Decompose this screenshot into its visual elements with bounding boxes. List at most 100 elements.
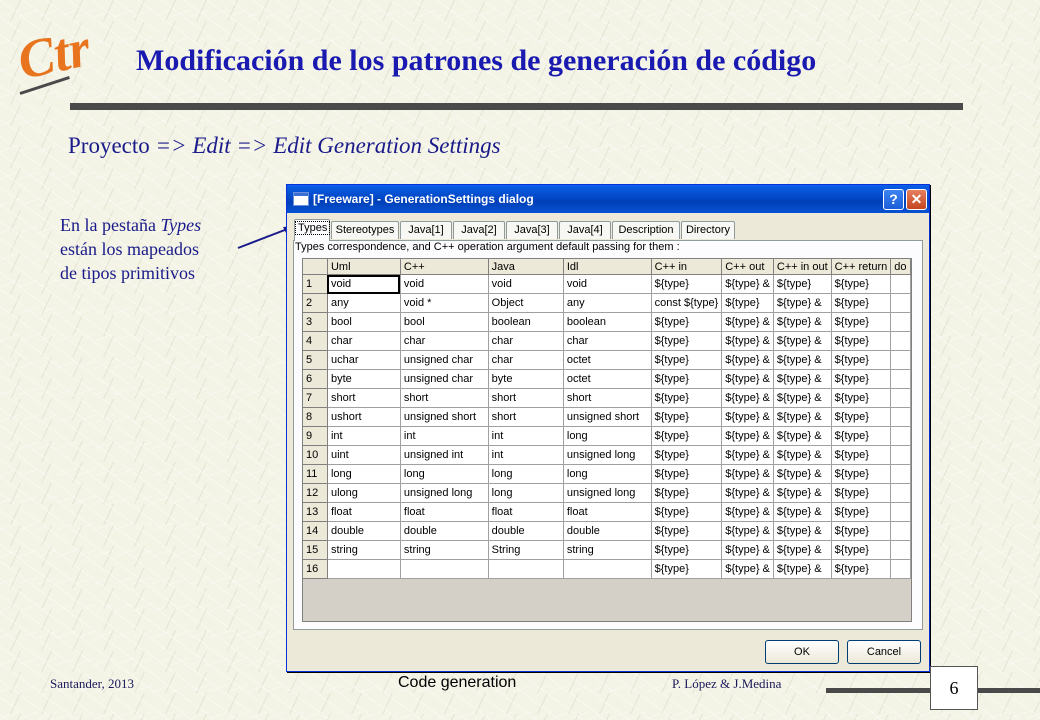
ok-button[interactable]: OK <box>765 640 839 664</box>
tab-java-1[interactable]: Java[1] <box>400 221 452 239</box>
column-header[interactable]: C++ return <box>831 259 892 275</box>
table-cell[interactable]: ${type} <box>651 274 723 294</box>
table-cell[interactable]: ${type} <box>651 464 723 484</box>
table-cell[interactable]: ${type} <box>651 426 723 446</box>
table-cell[interactable]: int <box>400 426 489 446</box>
table-cell[interactable]: ${type} <box>651 483 723 503</box>
table-cell[interactable]: ${type} <box>831 293 892 313</box>
table-cell[interactable]: unsigned long <box>563 445 652 465</box>
table-cell[interactable]: float <box>488 502 564 522</box>
table-cell[interactable]: long <box>327 464 401 484</box>
table-cell[interactable]: ${type} <box>831 445 892 465</box>
table-cell[interactable]: boolean <box>488 312 564 332</box>
table-cell[interactable]: int <box>488 445 564 465</box>
table-cell[interactable] <box>890 502 911 522</box>
table-cell[interactable]: ${type} & <box>773 312 832 332</box>
table-cell[interactable]: ${type} <box>651 445 723 465</box>
table-cell[interactable]: float <box>400 502 489 522</box>
table-cell[interactable]: ${type} <box>831 331 892 351</box>
table-cell[interactable]: int <box>488 426 564 446</box>
table-cell[interactable]: const ${type} <box>651 293 723 313</box>
table-cell[interactable]: int <box>327 426 401 446</box>
table-cell[interactable]: ${type} & <box>721 445 774 465</box>
table-cell[interactable]: ${type} <box>651 388 723 408</box>
table-cell[interactable]: byte <box>327 369 401 389</box>
table-cell[interactable]: ${type} <box>773 274 832 294</box>
table-cell[interactable]: ${type} <box>651 331 723 351</box>
table-cell[interactable] <box>890 331 911 351</box>
table-cell[interactable]: ${type} & <box>721 464 774 484</box>
tab-java-2[interactable]: Java[2] <box>453 221 505 239</box>
table-cell[interactable]: ${type} <box>831 388 892 408</box>
table-cell[interactable]: long <box>488 464 564 484</box>
table-cell[interactable]: any <box>327 293 401 313</box>
table-cell[interactable] <box>890 407 911 427</box>
column-header[interactable]: C++ <box>400 259 489 275</box>
table-cell[interactable] <box>890 559 911 579</box>
tab-stereotypes[interactable]: Stereotypes <box>331 221 399 239</box>
table-cell[interactable]: string <box>327 540 401 560</box>
table-cell[interactable] <box>890 540 911 560</box>
column-header[interactable]: C++ in <box>651 259 723 275</box>
table-cell[interactable]: any <box>563 293 652 313</box>
table-cell[interactable]: boolean <box>563 312 652 332</box>
table-cell[interactable]: float <box>563 502 652 522</box>
table-cell[interactable]: ${type} <box>651 369 723 389</box>
table-cell[interactable]: ${type} & <box>773 445 832 465</box>
column-header[interactable]: Uml <box>327 259 401 275</box>
help-button[interactable]: ? <box>883 189 904 210</box>
table-cell[interactable]: unsigned short <box>563 407 652 427</box>
table-cell[interactable]: unsigned short <box>400 407 489 427</box>
table-cell[interactable]: ulong <box>327 483 401 503</box>
table-cell[interactable]: byte <box>488 369 564 389</box>
table-cell[interactable]: ${type} & <box>773 540 832 560</box>
column-header[interactable]: do <box>890 259 911 275</box>
table-cell[interactable]: octet <box>563 350 652 370</box>
close-button[interactable]: ✕ <box>906 189 927 210</box>
table-cell[interactable]: ${type} & <box>721 331 774 351</box>
table-cell[interactable] <box>890 388 911 408</box>
table-cell[interactable] <box>890 293 911 313</box>
table-cell[interactable]: short <box>327 388 401 408</box>
table-cell[interactable]: long <box>488 483 564 503</box>
tab-java-3[interactable]: Java[3] <box>506 221 558 239</box>
table-cell[interactable]: uchar <box>327 350 401 370</box>
table-cell[interactable] <box>563 559 652 579</box>
column-header[interactable]: Java <box>488 259 564 275</box>
table-cell[interactable]: string <box>563 540 652 560</box>
table-cell[interactable]: ${type} & <box>721 369 774 389</box>
table-cell[interactable]: char <box>488 331 564 351</box>
table-cell[interactable]: void <box>400 274 489 294</box>
table-cell[interactable]: ${type} <box>831 426 892 446</box>
table-cell[interactable]: ${type} <box>651 559 723 579</box>
table-cell[interactable]: ${type} & <box>773 369 832 389</box>
cancel-button[interactable]: Cancel <box>847 640 921 664</box>
table-cell[interactable]: void <box>327 274 401 294</box>
table-cell[interactable]: uint <box>327 445 401 465</box>
table-cell[interactable]: Object <box>488 293 564 313</box>
dialog-titlebar[interactable]: [Freeware] - GenerationSettings dialog ?… <box>287 185 929 213</box>
table-cell[interactable] <box>890 445 911 465</box>
table-cell[interactable]: ${type} & <box>721 274 774 294</box>
tab-description[interactable]: Description <box>612 221 680 239</box>
table-cell[interactable]: ${type} & <box>773 293 832 313</box>
table-cell[interactable]: string <box>400 540 489 560</box>
table-cell[interactable]: ushort <box>327 407 401 427</box>
tab-java-4[interactable]: Java[4] <box>559 221 611 239</box>
table-cell[interactable]: ${type} <box>831 369 892 389</box>
table-cell[interactable]: ${type} & <box>721 559 774 579</box>
table-cell[interactable] <box>890 483 911 503</box>
table-cell[interactable]: ${type} & <box>773 502 832 522</box>
table-cell[interactable] <box>890 464 911 484</box>
table-cell[interactable]: unsigned long <box>563 483 652 503</box>
table-cell[interactable]: ${type} & <box>721 426 774 446</box>
table-cell[interactable]: ${type} <box>651 502 723 522</box>
table-cell[interactable]: short <box>563 388 652 408</box>
tab-directory[interactable]: Directory <box>681 221 735 239</box>
table-cell[interactable]: ${type} & <box>773 388 832 408</box>
table-cell[interactable]: ${type} <box>831 274 892 294</box>
table-cell[interactable]: ${type} <box>831 483 892 503</box>
table-cell[interactable]: ${type} & <box>721 521 774 541</box>
table-cell[interactable]: ${type} & <box>773 521 832 541</box>
table-cell[interactable]: ${type} & <box>721 407 774 427</box>
